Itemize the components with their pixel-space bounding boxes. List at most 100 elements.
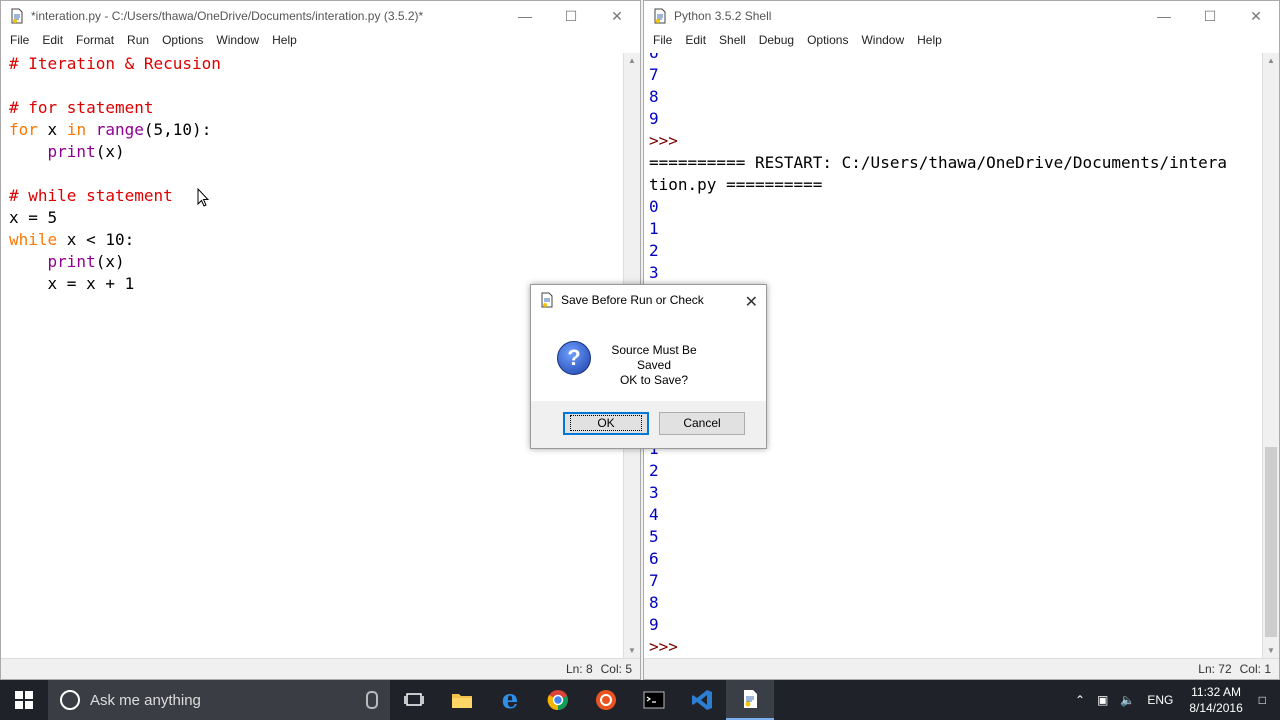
code-token: in (66, 120, 87, 139)
shell-token: 3 (649, 263, 659, 282)
menu-run[interactable]: Run (122, 31, 154, 51)
language-indicator[interactable]: ENG (1147, 693, 1173, 707)
start-button[interactable] (0, 680, 48, 720)
shell-token: 6 (649, 549, 659, 568)
menu-help[interactable]: Help (912, 31, 947, 51)
idle-taskbar-icon[interactable] (726, 680, 774, 720)
cortana-search[interactable]: Ask me anything (48, 680, 390, 720)
shell-line: 8 (649, 86, 1263, 108)
volume-icon[interactable]: 🔈 (1120, 693, 1135, 707)
shell-line: tion.py ========== (649, 174, 1263, 196)
shell-token: 2 (649, 461, 659, 480)
shell-token: 7 (649, 65, 659, 84)
menu-shell[interactable]: Shell (714, 31, 751, 51)
shell-line: 5 (649, 526, 1263, 548)
code-token: x < 10: (57, 230, 135, 249)
scroll-down-icon[interactable]: ▼ (1263, 643, 1279, 659)
shell-token: 5 (649, 527, 659, 546)
shell-scrollbar[interactable]: ▲ ▼ (1262, 53, 1279, 659)
notification-icon[interactable]: □ (1259, 693, 1266, 707)
menu-format[interactable]: Format (71, 31, 119, 51)
editor-titlebar[interactable]: *interation.py - C:/Users/thawa/OneDrive… (1, 1, 640, 31)
editor-title: *interation.py - C:/Users/thawa/OneDrive… (31, 9, 424, 23)
code-token: # for statement (9, 98, 154, 117)
windows-logo-icon (15, 691, 33, 709)
shell-line: 3 (649, 262, 1263, 284)
menu-debug[interactable]: Debug (754, 31, 799, 51)
column-number: Col: 1 (1239, 662, 1271, 676)
shell-line: ========== RESTART: C:/Users/thawa/OneDr… (649, 152, 1263, 174)
command-prompt-icon[interactable] (630, 680, 678, 720)
system-tray: ⌃ ▣ 🔈 ENG 11:32 AM 8/14/2016 □ (1069, 680, 1280, 720)
ok-label: OK (570, 415, 642, 431)
python-shell-icon (652, 8, 668, 24)
shell-token: >>> (649, 637, 678, 656)
scroll-up-icon[interactable]: ▲ (1263, 53, 1279, 69)
shell-token: 9 (649, 109, 659, 128)
close-icon[interactable]: ✕ (594, 1, 640, 31)
shell-line: 2 (649, 240, 1263, 262)
close-icon[interactable]: ✕ (1233, 1, 1279, 31)
shell-titlebar[interactable]: Python 3.5.2 Shell — ☐ ✕ (644, 1, 1279, 31)
dialog-titlebar[interactable]: Save Before Run or Check ✕ (531, 285, 766, 315)
file-explorer-icon[interactable] (438, 680, 486, 720)
shell-token: ========== RESTART: C:/Users/thawa/OneDr… (649, 153, 1227, 172)
dialog-message-line2: OK to Save? (619, 373, 689, 387)
menu-window[interactable]: Window (856, 31, 909, 51)
shell-line: 7 (649, 64, 1263, 86)
clock-time: 11:32 AM (1191, 685, 1241, 699)
edge-browser-icon[interactable]: e (486, 680, 534, 720)
ok-button[interactable]: OK (563, 412, 649, 435)
chrome-icon[interactable] (534, 680, 582, 720)
close-icon[interactable]: ✕ (745, 292, 758, 312)
shell-line: 0 (649, 196, 1263, 218)
visual-studio-icon[interactable] (678, 680, 726, 720)
scroll-thumb[interactable] (1265, 447, 1277, 637)
chevron-up-icon[interactable]: ⌃ (1075, 693, 1085, 707)
dialog-message: Source Must Be Saved OK to Save? (597, 343, 711, 388)
minimize-icon[interactable]: — (502, 1, 548, 31)
shell-token: 8 (649, 87, 659, 106)
editor-statusbar: Ln: 8 Col: 5 (1, 658, 640, 679)
shell-line: >>> (649, 636, 1263, 658)
code-token: x = 5 (9, 208, 58, 227)
code-token: print (47, 142, 96, 161)
scroll-up-icon[interactable]: ▲ (624, 53, 640, 69)
cancel-button[interactable]: Cancel (659, 412, 745, 435)
maximize-icon[interactable]: ☐ (1187, 1, 1233, 31)
shell-menubar: File Edit Shell Debug Options Window Hel… (644, 31, 1279, 51)
shell-token: 9 (649, 615, 659, 634)
code-line: print(x) (9, 141, 624, 163)
maximize-icon[interactable]: ☐ (548, 1, 594, 31)
shell-line: >>> (649, 130, 1263, 152)
shell-line: 3 (649, 482, 1263, 504)
menu-file[interactable]: File (648, 31, 677, 51)
menu-help[interactable]: Help (267, 31, 302, 51)
menu-edit[interactable]: Edit (37, 31, 68, 51)
task-view-icon[interactable] (390, 680, 438, 720)
menu-file[interactable]: File (5, 31, 34, 51)
code-line: for x in range(5,10): (9, 119, 624, 141)
menu-options[interactable]: Options (802, 31, 853, 51)
question-icon: ? (557, 341, 591, 375)
microphone-icon[interactable] (366, 691, 378, 709)
network-icon[interactable]: ▣ (1097, 693, 1108, 707)
code-line: # while statement (9, 185, 624, 207)
code-line: while x < 10: (9, 229, 624, 251)
shell-line: 7 (649, 570, 1263, 592)
menu-options[interactable]: Options (157, 31, 208, 51)
menu-window[interactable]: Window (211, 31, 264, 51)
shell-token: 3 (649, 483, 659, 502)
clock[interactable]: 11:32 AM 8/14/2016 (1189, 684, 1242, 716)
menu-edit[interactable]: Edit (680, 31, 711, 51)
shell-token: 2 (649, 241, 659, 260)
mouse-pointer-icon (197, 188, 209, 207)
code-token: x = x + 1 (9, 274, 135, 293)
idle-file-icon (9, 8, 25, 24)
minimize-icon[interactable]: — (1141, 1, 1187, 31)
shell-title: Python 3.5.2 Shell (674, 9, 772, 23)
ubuntu-icon[interactable] (582, 680, 630, 720)
code-line: x = 5 (9, 207, 624, 229)
scroll-down-icon[interactable]: ▼ (624, 643, 640, 659)
